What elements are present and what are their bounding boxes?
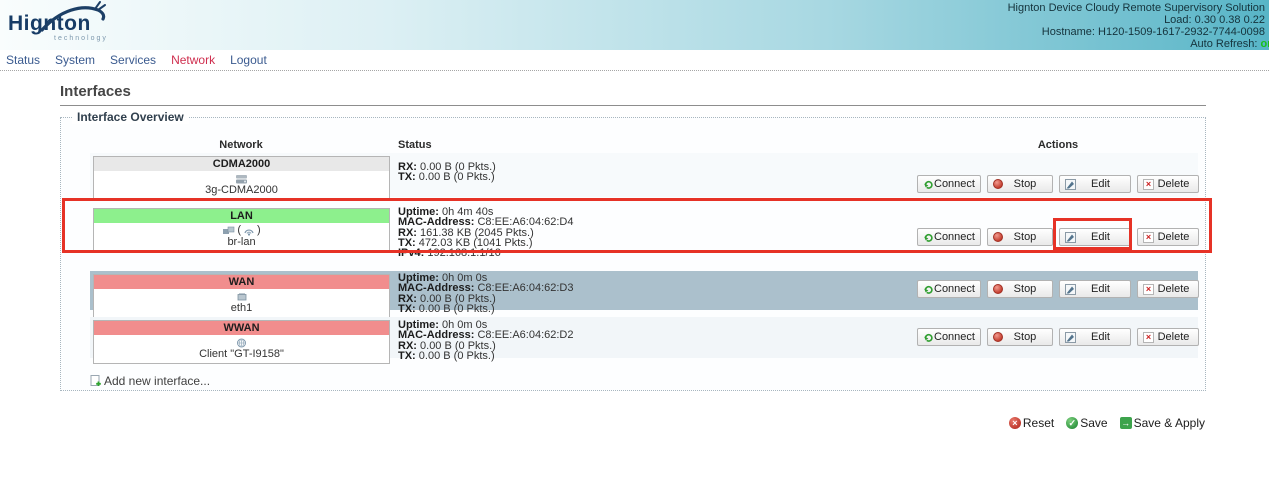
status-cell: Uptime: 0h 0m 0s MAC-Address: C8:EE:A6:0… bbox=[398, 320, 573, 361]
modem-icon bbox=[235, 174, 248, 184]
connect-icon bbox=[923, 284, 934, 295]
stop-button-wwan[interactable]: Stop bbox=[987, 328, 1053, 346]
bridge-icon bbox=[222, 226, 235, 236]
device-name: Client "GT-I9158" bbox=[94, 349, 389, 360]
nav-status[interactable]: Status bbox=[6, 53, 40, 67]
status-cell: Uptime: 0h 4m 40s MAC-Address: C8:EE:A6:… bbox=[398, 207, 573, 258]
network-cell: WWAN Client "GT-I9158" bbox=[93, 320, 390, 364]
edit-icon bbox=[1065, 232, 1076, 243]
connect-icon bbox=[923, 232, 934, 243]
screen: Hignton technology Hignton Device Cloudy… bbox=[0, 0, 1269, 498]
stop-icon bbox=[993, 332, 1003, 342]
stop-button-wan[interactable]: Stop bbox=[987, 280, 1053, 298]
wireless-icon bbox=[236, 338, 247, 348]
interface-row-wan: WAN eth1 Uptime: 0h 0m 0s MAC-Address: C… bbox=[90, 271, 1198, 310]
status-cell: Uptime: 0h 0m 0s MAC-Address: C8:EE:A6:0… bbox=[398, 273, 573, 314]
delete-icon bbox=[1143, 284, 1154, 295]
logo: Hignton technology bbox=[8, 12, 108, 42]
stop-button-cdma2000[interactable]: Stop bbox=[987, 175, 1053, 193]
connect-icon bbox=[923, 179, 934, 190]
actions-cell: Connect Stop Edit Delete bbox=[917, 328, 1199, 346]
interface-row-wwan: WWAN Client "GT-I9158" Uptime: 0h 0m 0s … bbox=[90, 317, 1198, 358]
edit-button-wan[interactable]: Edit bbox=[1059, 280, 1131, 298]
save-button[interactable]: Save bbox=[1066, 416, 1107, 430]
reset-icon bbox=[1009, 417, 1021, 429]
edit-button-cdma2000[interactable]: Edit bbox=[1059, 175, 1131, 193]
nav-network[interactable]: Network bbox=[171, 53, 215, 67]
connect-button-cdma2000[interactable]: Connect bbox=[917, 175, 981, 193]
auto-refresh-line: Auto Refresh: on bbox=[1008, 38, 1265, 50]
load-average: Load: 0.30 0.38 0.22 bbox=[1008, 14, 1265, 26]
status-cell: RX: 0.00 B (0 Pkts.) TX: 0.00 B (0 Pkts.… bbox=[398, 162, 496, 183]
stop-icon bbox=[993, 284, 1003, 294]
section-legend: Interface Overview bbox=[72, 110, 189, 124]
edit-button-wwan[interactable]: Edit bbox=[1059, 328, 1131, 346]
hostname: Hostname: H120-1509-1617-2932-7744-0098 bbox=[1008, 26, 1265, 38]
wifi-icon bbox=[243, 226, 255, 236]
network-cell-body: Client "GT-I9158" bbox=[94, 335, 389, 363]
network-cell-body: 3g-CDMA2000 bbox=[94, 171, 389, 199]
save-icon bbox=[1066, 417, 1078, 429]
interface-row-lan: LAN ( ) br-lan bbox=[90, 205, 1198, 252]
delete-icon bbox=[1143, 332, 1154, 343]
zone-label: WAN bbox=[94, 275, 389, 289]
nav-logout[interactable]: Logout bbox=[230, 53, 267, 67]
paren-close: ) bbox=[257, 225, 261, 236]
network-cell-body: eth1 bbox=[94, 289, 389, 317]
add-icon bbox=[90, 375, 102, 387]
interface-row-cdma2000: CDMA2000 3g-CDMA2000 RX: 0.00 B (0 Pkts.… bbox=[90, 153, 1198, 197]
add-interface-link[interactable]: Add new interface... bbox=[90, 374, 210, 388]
stop-button-lan[interactable]: Stop bbox=[987, 228, 1053, 246]
delete-icon bbox=[1143, 179, 1154, 190]
logo-antelope-icon bbox=[38, 0, 120, 32]
delete-icon bbox=[1143, 232, 1154, 243]
device-name: 3g-CDMA2000 bbox=[94, 185, 389, 196]
network-cell: CDMA2000 3g-CDMA2000 bbox=[93, 156, 390, 200]
delete-button-wwan[interactable]: Delete bbox=[1137, 328, 1199, 346]
connect-button-wwan[interactable]: Connect bbox=[917, 328, 981, 346]
save-apply-button[interactable]: Save & Apply bbox=[1120, 416, 1205, 430]
actions-cell: Connect Stop Edit Delete bbox=[917, 175, 1199, 193]
edit-icon bbox=[1065, 179, 1076, 190]
zone-label: CDMA2000 bbox=[94, 157, 389, 171]
solution-title: Hignton Device Cloudy Remote Supervisory… bbox=[1008, 2, 1265, 14]
network-cell-body: ( ) br-lan bbox=[94, 223, 389, 251]
device-name: br-lan bbox=[94, 237, 389, 248]
connect-button-wan[interactable]: Connect bbox=[917, 280, 981, 298]
auto-refresh-status: on bbox=[1261, 38, 1269, 50]
network-cell: LAN ( ) br-lan bbox=[93, 208, 390, 252]
system-info: Hignton Device Cloudy Remote Supervisory… bbox=[1008, 2, 1265, 50]
delete-button-lan[interactable]: Delete bbox=[1137, 228, 1199, 246]
nav-system[interactable]: System bbox=[55, 53, 95, 67]
page-title: Interfaces bbox=[60, 83, 1206, 106]
actions-cell: Connect Stop Edit Delete bbox=[917, 228, 1199, 246]
zone-label: WWAN bbox=[94, 321, 389, 335]
device-name: eth1 bbox=[94, 303, 389, 314]
logo-tagline: technology bbox=[54, 35, 108, 42]
delete-button-wan[interactable]: Delete bbox=[1137, 280, 1199, 298]
column-header-status: Status bbox=[398, 139, 432, 151]
delete-button-cdma2000[interactable]: Delete bbox=[1137, 175, 1199, 193]
auto-refresh-label: Auto Refresh: bbox=[1190, 38, 1257, 50]
zone-label: LAN bbox=[94, 209, 389, 223]
stop-icon bbox=[993, 232, 1003, 242]
edit-icon bbox=[1065, 284, 1076, 295]
network-cell: WAN eth1 bbox=[93, 274, 390, 318]
footer-actions: Reset Save Save & Apply bbox=[1009, 416, 1205, 430]
save-apply-icon bbox=[1120, 417, 1132, 429]
paren-open: ( bbox=[237, 225, 241, 236]
nav-services[interactable]: Services bbox=[110, 53, 156, 67]
reset-button[interactable]: Reset bbox=[1009, 416, 1054, 430]
edit-button-lan[interactable]: Edit bbox=[1059, 228, 1131, 246]
column-header-actions: Actions bbox=[917, 139, 1199, 151]
actions-cell: Connect Stop Edit Delete bbox=[917, 280, 1199, 298]
connect-icon bbox=[923, 332, 934, 343]
header-band: Hignton technology Hignton Device Cloudy… bbox=[0, 0, 1269, 50]
column-header-network: Network bbox=[93, 139, 389, 151]
ethernet-icon bbox=[236, 292, 248, 302]
main-nav: Status System Services Network Logout bbox=[0, 50, 1269, 71]
edit-icon bbox=[1065, 332, 1076, 343]
connect-button-lan[interactable]: Connect bbox=[917, 228, 981, 246]
stop-icon bbox=[993, 179, 1003, 189]
